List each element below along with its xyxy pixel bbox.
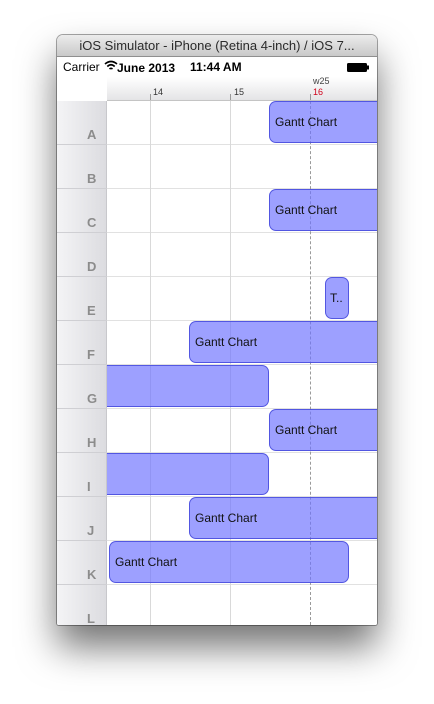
row-label: L: [87, 611, 95, 625]
row-label: J: [87, 523, 95, 538]
carrier-label: Carrier: [63, 60, 100, 74]
row-header[interactable]: L: [57, 585, 107, 625]
row-header[interactable]: E: [57, 277, 107, 321]
row-header[interactable]: B: [57, 145, 107, 189]
screen: iOS Simulator - iPhone (Retina 4-inch) /…: [0, 0, 434, 704]
gantt-bar[interactable]: Gantt Chart: [269, 101, 377, 143]
row-label: I: [87, 479, 91, 494]
tick-mark: [230, 94, 231, 100]
row-label: B: [87, 171, 97, 186]
wifi-icon: [104, 60, 118, 70]
gantt-bar[interactable]: T..: [325, 277, 349, 319]
clock-time: 11:44 AM: [190, 60, 242, 74]
window-titlebar[interactable]: iOS Simulator - iPhone (Retina 4-inch) /…: [57, 35, 377, 57]
battery-icon: [347, 63, 369, 72]
row-divider: [107, 232, 377, 233]
row-header[interactable]: I: [57, 453, 107, 497]
row-label: A: [87, 127, 97, 142]
row-header-column: A B C D E F G H I J K L: [57, 101, 107, 625]
row-header[interactable]: K: [57, 541, 107, 585]
gantt-chart[interactable]: 14 15 w25 16 A B C D E F G H I J K L Gan…: [57, 77, 377, 625]
row-label: G: [87, 391, 98, 406]
gantt-bar[interactable]: Gantt Chart: [189, 321, 377, 363]
row-label: K: [87, 567, 97, 582]
tick-mark: [310, 94, 311, 100]
row-header[interactable]: J: [57, 497, 107, 541]
row-divider: [107, 584, 377, 585]
gantt-bar[interactable]: [107, 365, 269, 407]
row-header[interactable]: H: [57, 409, 107, 453]
row-label: D: [87, 259, 97, 274]
row-header[interactable]: C: [57, 189, 107, 233]
row-header[interactable]: F: [57, 321, 107, 365]
tick-label-15: 15: [234, 87, 245, 97]
gantt-bar[interactable]: Gantt Chart: [269, 189, 377, 231]
window-title: iOS Simulator - iPhone (Retina 4-inch) /…: [79, 38, 355, 53]
today-tick-label: 16: [313, 87, 324, 97]
tick-mark: [150, 94, 151, 100]
gantt-bar[interactable]: Gantt Chart: [189, 497, 377, 539]
row-divider: [107, 144, 377, 145]
row-label: C: [87, 215, 97, 230]
status-bar: Carrier June 2013 11:44 AM: [57, 57, 377, 77]
gantt-grid[interactable]: Gantt Chart Gantt Chart T.. Gantt Chart …: [107, 101, 377, 625]
gantt-bar[interactable]: Gantt Chart: [109, 541, 349, 583]
row-header[interactable]: A: [57, 101, 107, 145]
header-corner: [57, 77, 107, 101]
row-header[interactable]: G: [57, 365, 107, 409]
week-label: w25: [313, 77, 330, 86]
tick-label-14: 14: [153, 87, 164, 97]
gantt-bar[interactable]: [107, 453, 269, 495]
month-title: June 2013: [117, 61, 176, 75]
row-label: F: [87, 347, 95, 362]
simulator-window: iOS Simulator - iPhone (Retina 4-inch) /…: [57, 35, 377, 625]
gantt-bar[interactable]: Gantt Chart: [269, 409, 377, 451]
row-label: E: [87, 303, 96, 318]
row-header[interactable]: D: [57, 233, 107, 277]
timeline-header[interactable]: 14 15 w25 16: [107, 77, 377, 101]
row-label: H: [87, 435, 97, 450]
